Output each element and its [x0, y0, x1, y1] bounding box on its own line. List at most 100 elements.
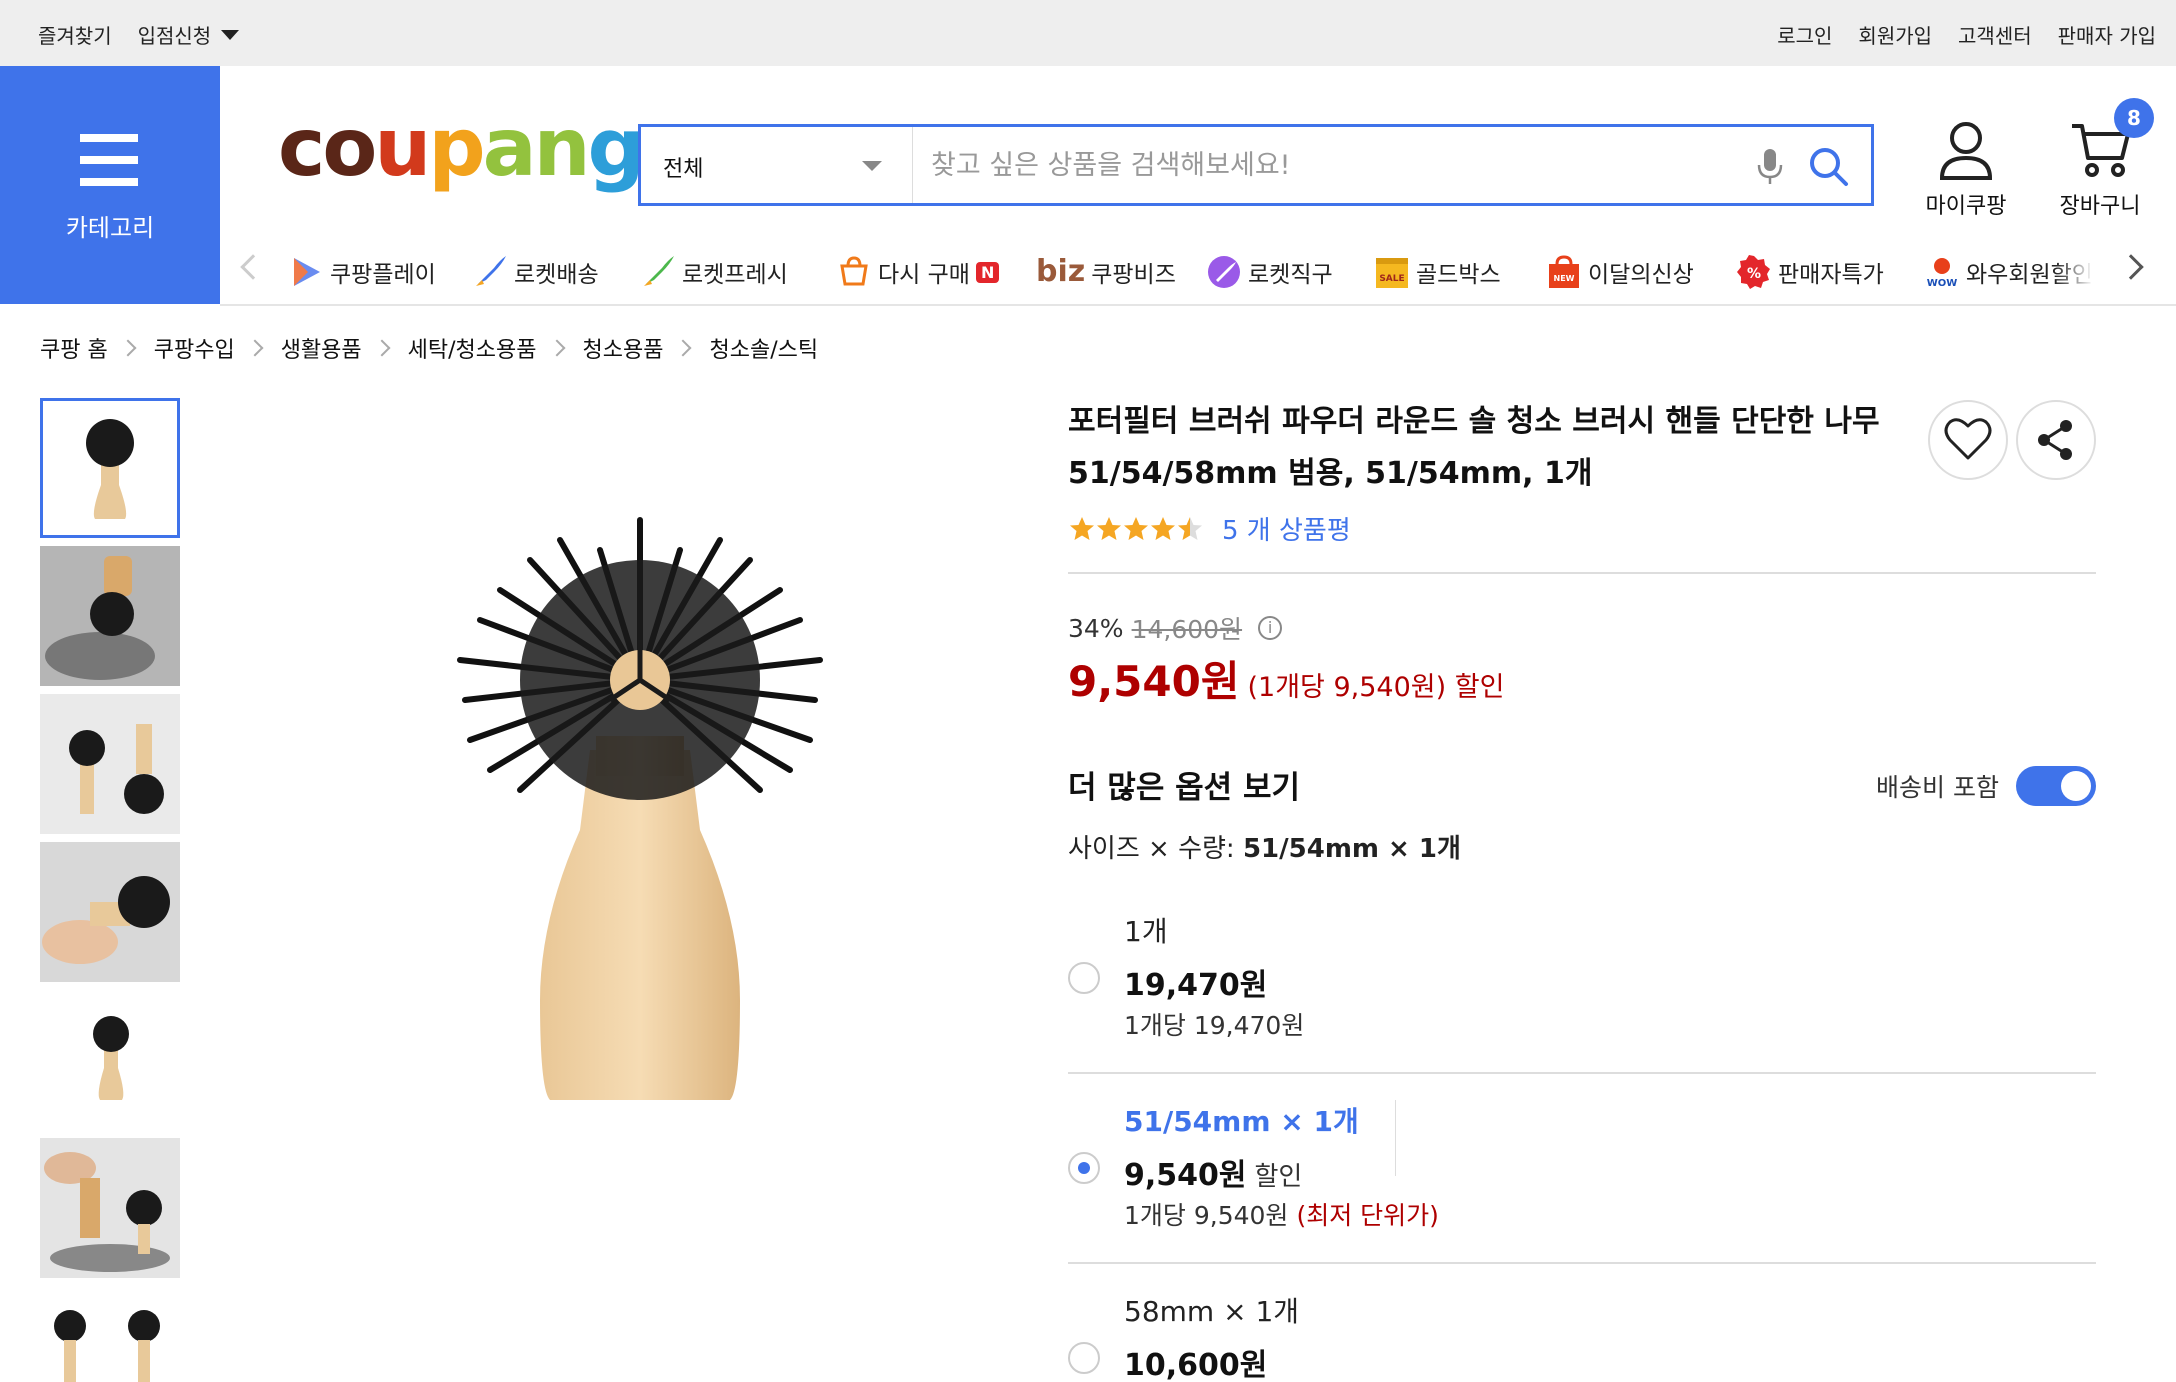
divider [1068, 1262, 2096, 1264]
breadcrumb-item[interactable]: 생활용품 [281, 332, 362, 364]
user-icon [1939, 122, 1993, 180]
quick-nav-strip: 쿠팡플레이 로켓배송 로켓프레시 다시 구매 N biz 쿠팡비즈 로켓직구 S… [220, 238, 2176, 304]
nav-label: 로켓배송 [514, 262, 599, 288]
rocket-icon [476, 256, 506, 286]
review-count-link[interactable]: 5 개 상품평 [1222, 510, 1351, 547]
hamburger-icon [80, 134, 138, 200]
microphone-icon[interactable] [1755, 147, 1785, 187]
nav-label: 판매자특가 [1778, 262, 1884, 288]
chevron-right-icon [119, 339, 137, 357]
option-price: 9,540원 할인 [1124, 1158, 1303, 1193]
search-input[interactable] [931, 147, 1751, 183]
brush-portafilter-thumbnail-image [40, 1138, 180, 1278]
thumbnail-5[interactable] [40, 990, 180, 1130]
product-title-line2: 51/54/58mm 범용, 51/54mm, 1개 [1068, 456, 1593, 491]
header-divider [220, 304, 2176, 306]
new-badge: N [975, 261, 1000, 283]
sale-price-row: 9,540원 (1개당 9,540원) 할인 [1068, 648, 1504, 709]
favorites-link[interactable]: 즐겨찾기 [38, 20, 112, 49]
option-radio[interactable] [1068, 1342, 1100, 1374]
coupang-logo[interactable]: coupang [278, 108, 645, 188]
brush-pair-thumbnail-image [54, 1310, 160, 1382]
thumbnail-1[interactable] [40, 398, 180, 538]
option-radio[interactable] [1068, 962, 1100, 994]
brush-pair-thumbnail-image [40, 694, 180, 834]
nav-label: 로켓프레시 [682, 262, 788, 288]
breadcrumb-item[interactable]: 쿠팡수입 [154, 332, 235, 364]
shipping-toggle-label: 배송비 포함 [1876, 773, 1999, 802]
my-coupang-label: 마이쿠팡 [1925, 194, 2007, 219]
breadcrumb-item[interactable]: 세탁/청소용품 [408, 332, 537, 364]
signup-link[interactable]: 회원가입 [1858, 20, 1932, 49]
nav-item-coupang-biz[interactable]: biz 쿠팡비즈 [1036, 254, 1176, 289]
goldbox-icon: SALE [1376, 258, 1408, 288]
brush-in-use-thumbnail-image [40, 546, 180, 686]
thumbnail-3[interactable] [40, 694, 180, 834]
thumbnail-4[interactable] [40, 842, 180, 982]
info-icon[interactable]: i [1258, 616, 1283, 640]
brush-in-hand-thumbnail-image [40, 842, 180, 982]
nav-item-rebuy[interactable]: 다시 구매 N [836, 254, 1000, 290]
nav-item-rocket-delivery[interactable]: 로켓배송 [472, 254, 599, 290]
cart-label: 장바구니 [2059, 194, 2141, 219]
original-price: 14,600원 [1131, 615, 1243, 644]
customer-center-link[interactable]: 고객센터 [1958, 20, 2032, 49]
nav-label: 골드박스 [1416, 262, 1501, 288]
top-utility-bar: 즐겨찾기 입점신청 로그인 회원가입 고객센터 판매자 가입 [0, 0, 2176, 66]
shipping-included-toggle[interactable] [2016, 766, 2096, 806]
breadcrumb-item[interactable]: 청소용품 [583, 332, 664, 364]
search-category-select[interactable]: 전체 [641, 127, 913, 203]
seller-signup-link[interactable]: 판매자 가입 [2058, 20, 2156, 49]
product-title: 포터필터 브러쉬 파우더 라운드 솔 청소 브러시 핸들 단단한 나무 51/5… [1068, 396, 1888, 500]
product-title-line1: 포터필터 브러쉬 파우더 라운드 솔 청소 브러시 핸들 단단한 나무 [1068, 404, 1880, 439]
product-main-image [457, 517, 823, 1100]
my-coupang-button[interactable]: 마이쿠팡 [1916, 118, 2016, 220]
chevron-right-icon [548, 339, 566, 357]
option-radio-selected[interactable] [1068, 1152, 1100, 1184]
nav-item-coupang-play[interactable]: 쿠팡플레이 [288, 254, 436, 290]
toggle-knob [2061, 771, 2091, 801]
nav-label: 쿠팡플레이 [330, 262, 436, 288]
size-quantity-label: 사이즈 × 수량: [1068, 834, 1243, 864]
chevron-right-icon [373, 339, 391, 357]
discount-label: 할인 [1254, 1162, 1303, 1192]
divider [1068, 572, 2096, 574]
chevron-down-icon [221, 29, 240, 40]
nav-item-wow-discount[interactable]: WOW 와우회원할인 [1924, 254, 2110, 290]
nav-item-rocket-global[interactable]: 로켓직구 [1206, 254, 1333, 290]
nav-item-seller-deals[interactable]: % 판매자특가 [1736, 254, 1884, 290]
nav-item-rocket-fresh[interactable]: 로켓프레시 [640, 254, 788, 290]
nav-item-goldbox[interactable]: SALE 골드박스 [1374, 254, 1501, 290]
seller-apply-dropdown[interactable]: 입점신청 [138, 20, 240, 49]
thumbnail-7[interactable] [40, 1286, 180, 1382]
heart-icon [1944, 418, 1992, 460]
rocket-fresh-icon [644, 256, 674, 286]
nav-label: 로켓직구 [1248, 262, 1333, 288]
svg-text:%: % [1747, 266, 1761, 282]
thumbnail-6[interactable] [40, 1138, 180, 1278]
option-item[interactable]: 1개 19,470원 1개당 19,470원 [1068, 906, 2096, 1072]
breadcrumb-item[interactable]: 쿠팡 홈 [40, 332, 108, 364]
option-item[interactable]: 58mm × 1개 10,600원 [1068, 1286, 2096, 1382]
option-name: 1개 [1124, 915, 1168, 948]
search-icon[interactable] [1807, 145, 1851, 189]
option-item-selected[interactable]: 51/54mm × 1개 9,540원 할인 1개당 9,540원 (최저 단위가) [1068, 1096, 2096, 1262]
category-menu-button[interactable]: 카테고리 [0, 66, 220, 304]
svg-text:SALE: SALE [1379, 274, 1404, 284]
share-button[interactable] [2016, 400, 2096, 480]
chevron-right-icon [246, 339, 264, 357]
product-rating[interactable]: 5 개 상품평 [1068, 510, 1351, 547]
play-icon [294, 258, 320, 286]
breadcrumb-item[interactable]: 청소솔/스틱 [709, 332, 818, 364]
thumbnail-2[interactable] [40, 546, 180, 686]
wishlist-button[interactable] [1928, 400, 2008, 480]
breadcrumb: 쿠팡 홈 쿠팡수입 생활용품 세탁/청소용품 청소용품 청소솔/스틱 [40, 332, 818, 364]
login-link[interactable]: 로그인 [1777, 20, 1832, 49]
option-price: 19,470원 [1124, 968, 1268, 1003]
sale-price: 9,540원 [1068, 657, 1240, 706]
category-label: 카테고리 [65, 214, 155, 242]
more-options-heading: 더 많은 옵션 보기 [1068, 770, 1301, 806]
nav-label: 다시 구매 [878, 262, 970, 288]
nav-item-new-arrivals[interactable]: NEW 이달의신상 [1546, 254, 1694, 290]
option-unit-price: 1개당 19,470원 [1124, 1011, 1305, 1040]
